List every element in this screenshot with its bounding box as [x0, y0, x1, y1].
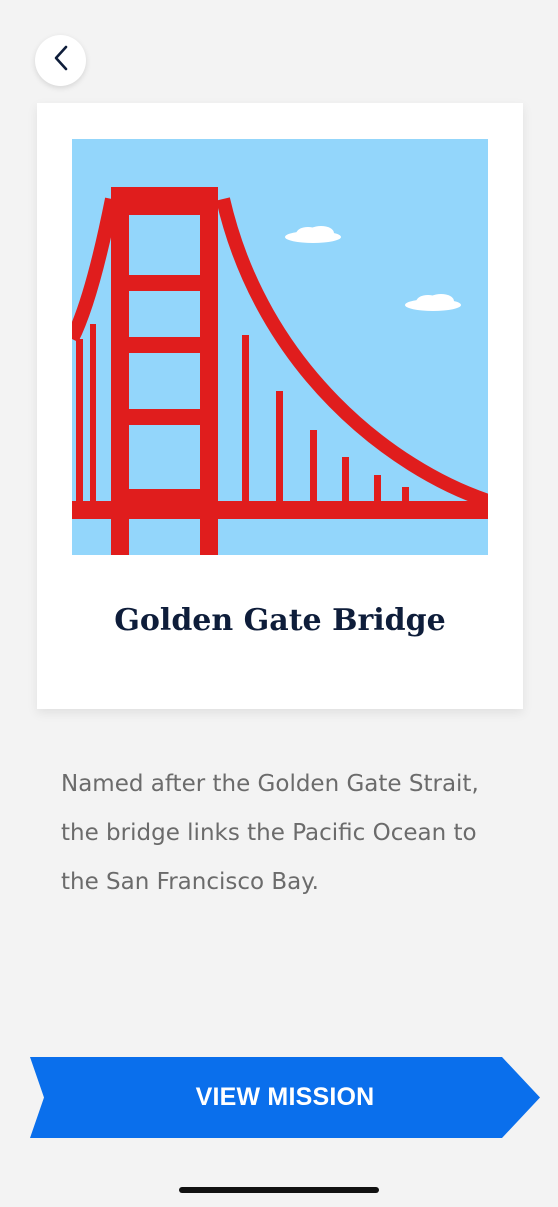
home-indicator [179, 1187, 379, 1193]
view-mission-button[interactable]: VIEW MISSION [30, 1057, 540, 1138]
card-title: Golden Gate Bridge [114, 603, 446, 638]
view-mission-label: VIEW MISSION [195, 1083, 375, 1111]
landmark-description: Named after the Golden Gate Strait, the … [61, 771, 479, 895]
chevron-left-icon [51, 44, 71, 77]
back-button[interactable] [35, 35, 86, 86]
landmark-card: Golden Gate Bridge [37, 103, 523, 709]
golden-gate-bridge-illustration [65, 139, 491, 555]
